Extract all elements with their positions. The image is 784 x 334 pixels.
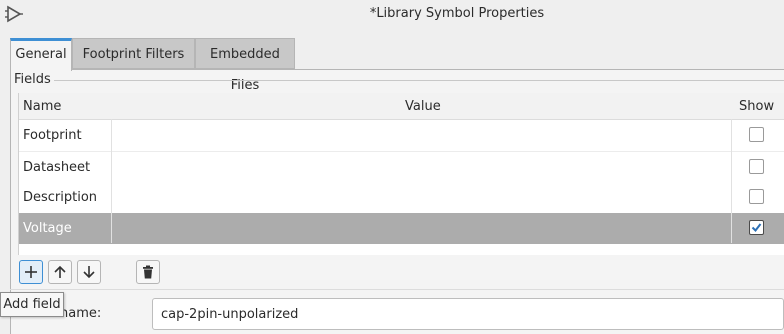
window-title: *Library Symbol Properties <box>369 6 545 21</box>
field-name[interactable]: Voltage <box>23 221 72 236</box>
checkmark-icon <box>751 223 762 233</box>
field-row-footprint[interactable]: Footprint <box>19 120 784 151</box>
show-checkbox-checked[interactable] <box>749 220 764 235</box>
show-checkbox[interactable] <box>749 189 764 204</box>
column-divider <box>111 119 112 243</box>
field-name[interactable]: Footprint <box>23 128 82 143</box>
field-row-voltage[interactable]: Voltage <box>19 213 784 244</box>
column-header-show[interactable]: Show <box>739 99 774 114</box>
symbol-name-label: name: <box>60 306 102 321</box>
symbol-name-input[interactable] <box>152 298 784 330</box>
tab-footprint-filters[interactable]: Footprint Filters <box>72 38 195 69</box>
move-up-button[interactable] <box>48 260 72 284</box>
move-down-button[interactable] <box>77 260 101 284</box>
column-header-value[interactable]: Value <box>405 99 441 114</box>
plus-icon <box>25 266 37 278</box>
arrow-up-icon <box>54 265 66 278</box>
fields-group-label: Fields <box>14 72 54 87</box>
field-row-description[interactable]: Description <box>19 182 784 213</box>
column-divider <box>731 119 732 243</box>
show-checkbox[interactable] <box>749 127 764 142</box>
column-header-name[interactable]: Name <box>23 99 61 114</box>
field-name[interactable]: Description <box>23 190 97 205</box>
fields-group-border <box>50 80 784 81</box>
field-row-datasheet[interactable]: Datasheet <box>19 152 784 183</box>
show-checkbox[interactable] <box>749 159 764 174</box>
field-name[interactable]: Datasheet <box>23 160 90 175</box>
fields-grid: Name Value Show Footprint Datasheet Desc… <box>18 93 784 255</box>
tab-general[interactable]: General <box>10 38 72 71</box>
divider <box>10 289 784 290</box>
title-bar: *Library Symbol Properties <box>0 0 784 28</box>
trash-icon <box>143 265 153 279</box>
add-field-button[interactable] <box>19 260 43 284</box>
tab-embedded-files[interactable]: Embedded Files <box>195 38 295 93</box>
add-field-tooltip: Add field <box>0 292 64 317</box>
arrow-down-icon <box>83 266 95 279</box>
grid-header: Name Value Show <box>19 93 784 120</box>
delete-field-button[interactable] <box>136 260 160 284</box>
